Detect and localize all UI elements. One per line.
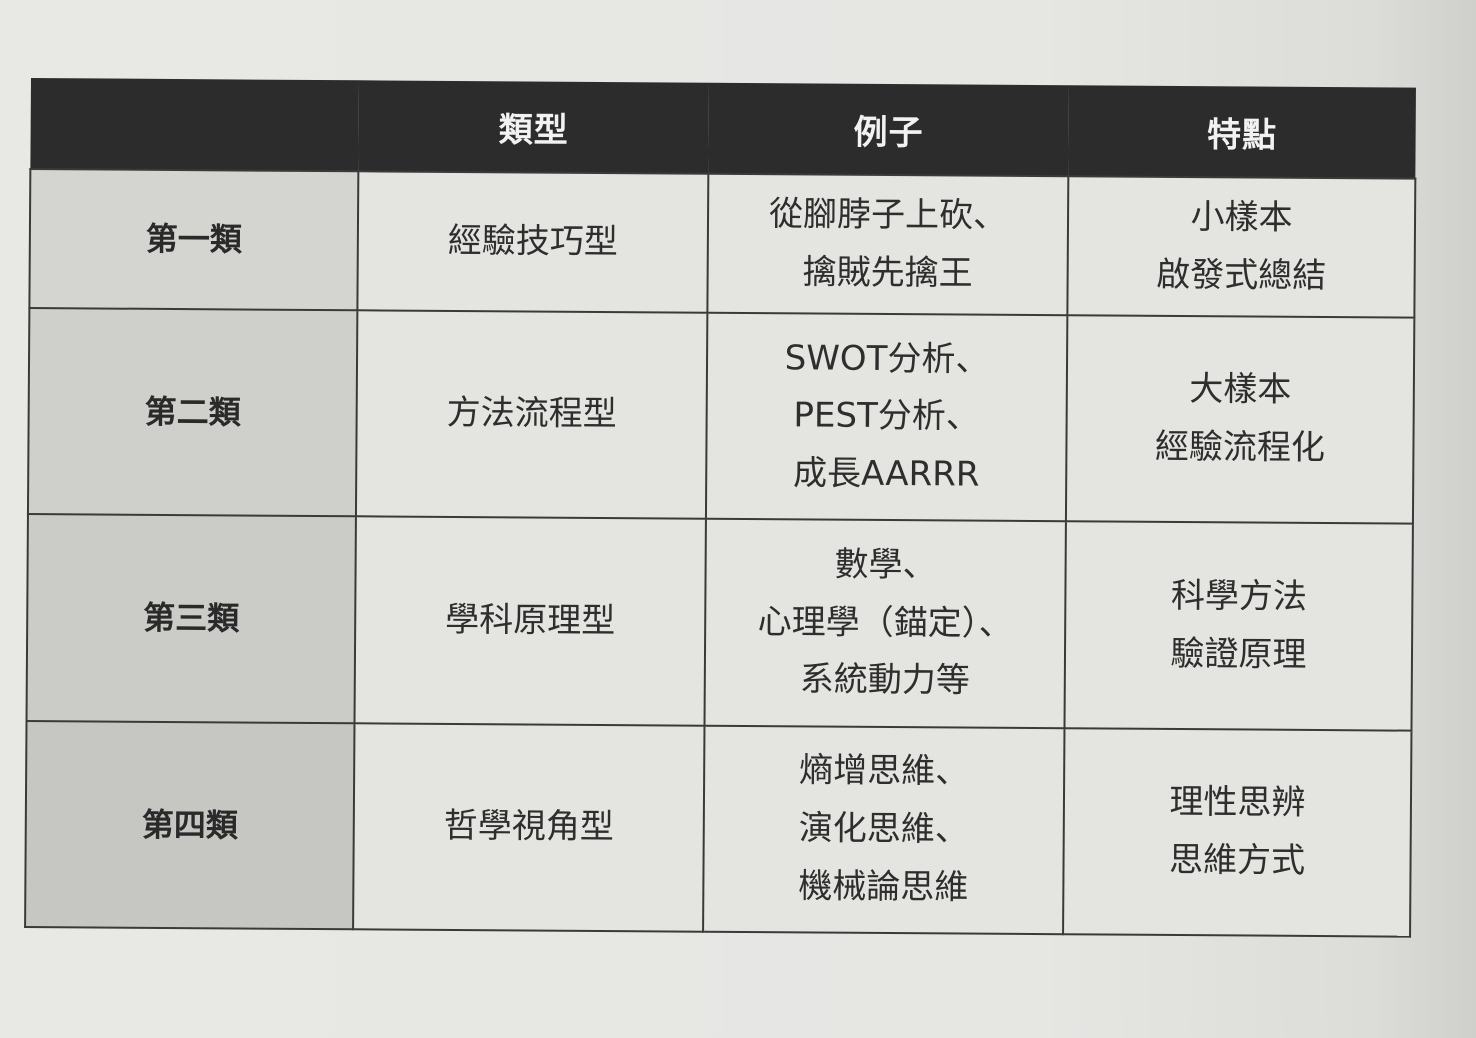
header-type: 類型 [358, 80, 709, 174]
classification-table: 類型 例子 特點 第一類 經驗技巧型 從腳脖子上砍、 擒賊先擒王 小樣本 啟發式… [24, 78, 1417, 938]
features-cell: 理性思辨 思維方式 [1063, 727, 1412, 937]
type-cell: 方法流程型 [355, 310, 708, 520]
example-line: 演化思維、 [798, 808, 969, 850]
example-line: 系統動力等 [799, 659, 970, 701]
features-cell: 科學方法 驗證原理 [1064, 521, 1413, 731]
row-label: 第二類 [27, 308, 358, 517]
feature-line: 啟發式總結 [1156, 254, 1327, 296]
table-row: 第四類 哲學視角型 熵增思維、 演化思維、 機械論思維 理性思辨 思維方式 [25, 720, 1412, 937]
book-page: 類型 例子 特點 第一類 經驗技巧型 從腳脖子上砍、 擒賊先擒王 小樣本 啟發式… [0, 0, 1476, 1038]
example-line: 從腳脖子上砍、 [768, 193, 1008, 236]
example-line: 熵增思維、 [799, 750, 970, 792]
feature-line: 思維方式 [1168, 839, 1306, 881]
table-row: 第一類 經驗技巧型 從腳脖子上砍、 擒賊先擒王 小樣本 啟發式總結 [29, 169, 1416, 318]
example-line: 成長AARRR [792, 453, 980, 495]
row-label: 第三類 [26, 514, 356, 723]
feature-line: 驗證原理 [1170, 633, 1307, 675]
feature-line: 經驗流程化 [1154, 427, 1326, 469]
examples-cell: 數學、 心理學（錨定）、 系統動力等 [704, 519, 1066, 728]
feature-line: 小樣本 [1190, 196, 1293, 238]
examples-cell: SWOT分析、 PEST分析、 成長AARRR [705, 312, 1068, 522]
table-row: 第二類 方法流程型 SWOT分析、 PEST分析、 成長AARRR 大樣本 經驗… [27, 308, 1415, 525]
example-line: 機械論思維 [798, 866, 969, 908]
example-line: 心理學（錨定）、 [757, 601, 1013, 644]
example-line: SWOT分析、 [784, 337, 990, 380]
header-features: 特點 [1068, 85, 1416, 179]
type-cell: 學科原理型 [354, 516, 706, 726]
table-row: 第三類 學科原理型 數學、 心理學（錨定）、 系統動力等 科學方法 驗證原理 [26, 514, 1413, 731]
header-row: 類型 例子 特點 [30, 78, 1416, 179]
examples-cell: 熵增思維、 演化思維、 機械論思維 [703, 725, 1065, 935]
features-cell: 小樣本 啟發式總結 [1067, 176, 1416, 318]
features-cell: 大樣本 經驗流程化 [1065, 315, 1415, 525]
example-line: 數學、 [834, 544, 937, 586]
type-cell: 經驗技巧型 [357, 171, 709, 313]
feature-line: 科學方法 [1170, 575, 1308, 617]
classification-table-wrapper: 類型 例子 特點 第一類 經驗技巧型 從腳脖子上砍、 擒賊先擒王 小樣本 啟發式… [24, 78, 1417, 938]
header-blank [30, 78, 359, 172]
row-label: 第一類 [29, 169, 359, 311]
examples-cell: 從腳脖子上砍、 擒賊先擒王 [707, 173, 1069, 316]
example-line: 擒賊先擒王 [802, 251, 973, 294]
row-label: 第四類 [25, 720, 355, 930]
feature-line: 大樣本 [1189, 369, 1292, 411]
header-examples: 例子 [708, 82, 1069, 177]
type-cell: 哲學視角型 [353, 722, 705, 932]
feature-line: 理性思辨 [1169, 782, 1306, 823]
example-line: PEST分析、 [793, 395, 980, 437]
